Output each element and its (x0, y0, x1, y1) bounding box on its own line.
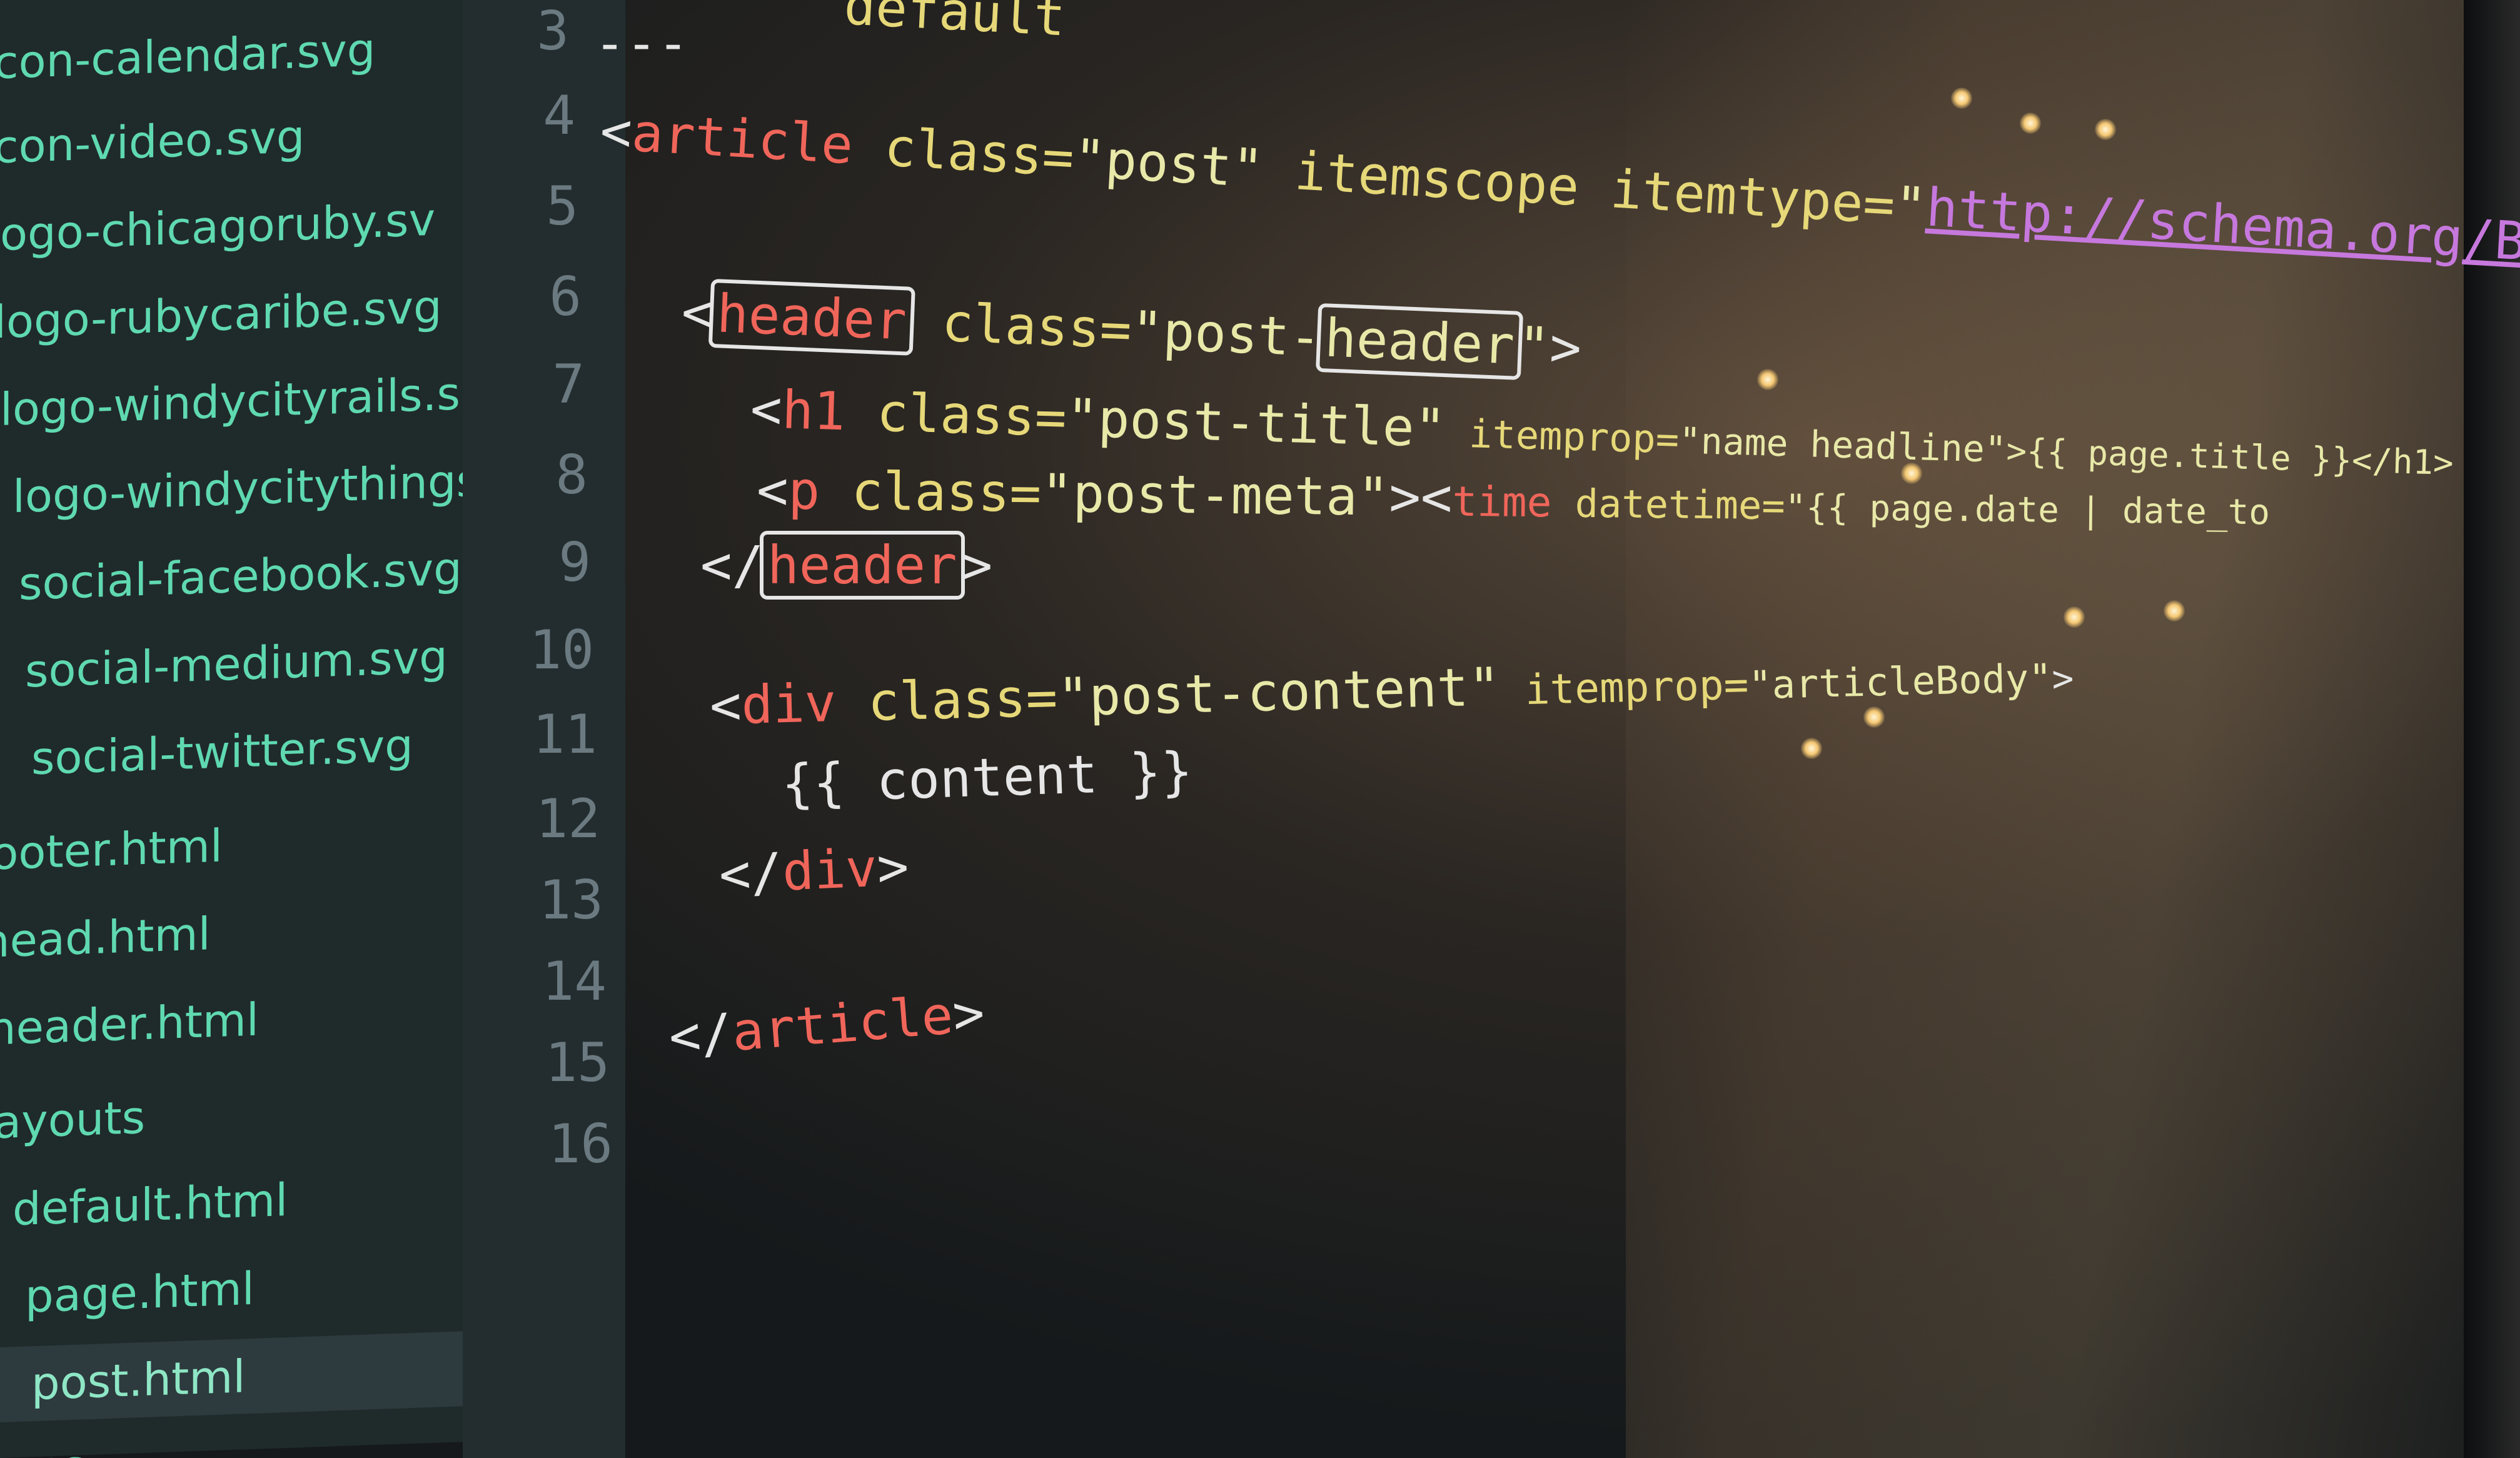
tree-item-file[interactable]: header.html (0, 982, 259, 1067)
line-number: 6 (549, 266, 582, 328)
tree-item-file[interactable]: default.html (13, 1162, 288, 1247)
line-number: 11 (532, 703, 597, 766)
line-number: 10 (529, 619, 594, 681)
tree-item-file[interactable]: logo-rubycaribe.svg (0, 269, 442, 359)
code-line-12: {{ content }} (780, 740, 1194, 815)
bracket-match-highlight: header (760, 531, 965, 600)
reflection-light (1951, 88, 1972, 109)
tree-item-file[interactable]: social-twitter.svg (31, 708, 413, 796)
tree-item-folder[interactable]: sass (0, 1429, 86, 1458)
tree-item-file[interactable]: icon-calendar.svg (0, 12, 375, 101)
bracket-match-highlight: header (708, 278, 915, 356)
line-number: 3 (537, 0, 569, 63)
tree-item-file[interactable]: social-facebook.svg (19, 531, 462, 621)
tree-item-file[interactable]: logo-windycitythings (13, 443, 480, 534)
editor-window: icon-calendar.svg icon-video.svg logo-ch… (0, 0, 2520, 1458)
tree-item-file[interactable]: page.html (25, 1251, 255, 1334)
reflection-light (1863, 706, 1885, 728)
word-match-highlight: header (1316, 303, 1523, 381)
reflection-light (2020, 113, 2041, 134)
reflection-light (2095, 119, 2116, 140)
code-line-15: </article> (667, 982, 987, 1068)
tree-view[interactable]: icon-calendar.svg icon-video.svg logo-ch… (0, 0, 550, 1458)
tree-item-folder[interactable]: layouts (0, 1080, 145, 1160)
line-number: 16 (548, 1113, 613, 1175)
line-number: 12 (535, 788, 600, 850)
tree-item-file[interactable]: icon-video.svg (0, 99, 305, 185)
line-number: 5 (546, 175, 578, 238)
reflection-light (2164, 600, 2185, 621)
tree-item-file[interactable]: footer.html (0, 808, 223, 892)
line-number: 14 (542, 950, 607, 1013)
reflection-light (1757, 369, 1778, 390)
line-number: 7 (552, 353, 585, 416)
tree-item-file[interactable]: logo-windycityrails.s (0, 356, 460, 447)
code-line-9: </header> (700, 531, 993, 600)
reflection-light (1801, 738, 1822, 759)
line-number: 4 (543, 84, 575, 147)
code-line-3: --- (594, 13, 689, 74)
tree-item-file[interactable]: social-medium.svg (25, 619, 448, 709)
tree-item-file[interactable]: head.html (0, 896, 211, 979)
line-number: 15 (545, 1032, 610, 1094)
code-line-13: </div> (717, 835, 910, 905)
code-line-6: <header class="post-header"> (680, 278, 1583, 381)
line-number-gutter: 3 4 5 6 7 8 9 10 11 12 13 14 15 16 (463, 0, 625, 1458)
code-fragment-top: default (842, 0, 1067, 48)
line-number: 13 (538, 869, 603, 932)
line-number: 9 (558, 531, 591, 594)
line-number: 8 (555, 444, 588, 506)
reflection-light (2064, 606, 2085, 628)
tree-item-file[interactable]: logo-chicagoruby.sv (0, 182, 435, 273)
